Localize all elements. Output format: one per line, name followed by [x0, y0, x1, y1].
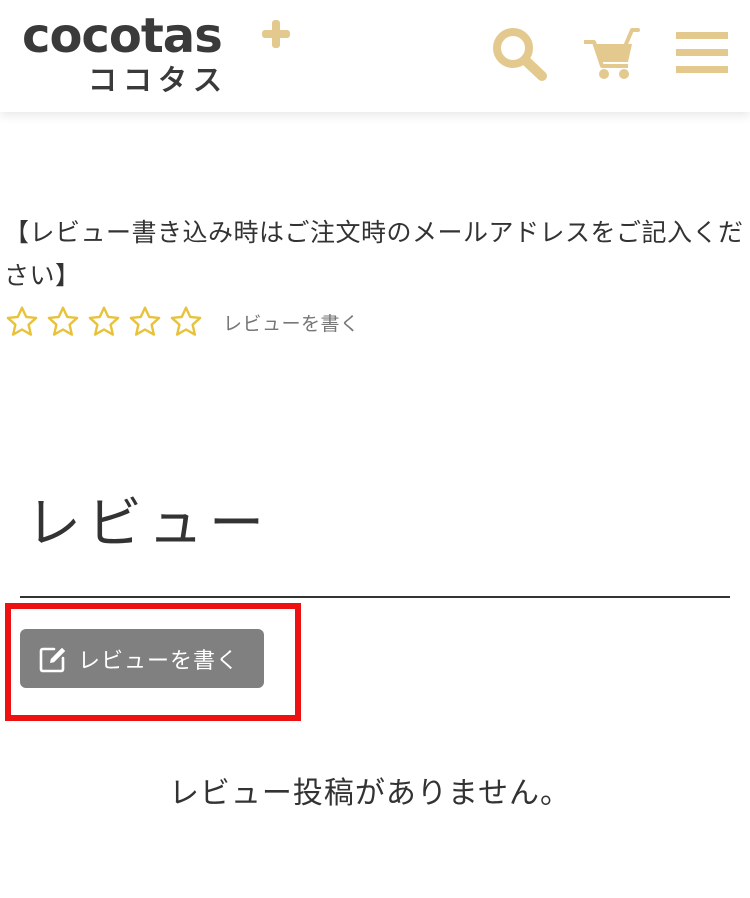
logo-subtext: ココタス [88, 63, 229, 97]
star-icon [170, 306, 202, 336]
write-review-button-label: レビューを書く [78, 648, 240, 674]
site-header: cocotas ココタス [0, 0, 750, 112]
star-icon [6, 306, 38, 336]
write-review-link[interactable]: レビューを書く [223, 309, 360, 336]
review-section-heading: レビュー [26, 491, 271, 555]
write-review-button[interactable]: レビューを書く [20, 629, 264, 688]
no-reviews-message: レビュー投稿がありません。 [168, 776, 572, 811]
search-icon[interactable] [490, 26, 548, 82]
logo-plus-icon [260, 18, 292, 50]
menu-icon[interactable] [674, 29, 730, 77]
logo-text: cocotas [22, 8, 223, 64]
star-icon [129, 306, 161, 336]
rating-row: レビューを書く [4, 302, 360, 342]
star-icon [88, 306, 120, 336]
cart-icon[interactable] [582, 24, 640, 82]
review-notice: 【レビュー書き込み時はご注文時のメールアドレスをご記入ください】 [4, 218, 744, 290]
site-logo[interactable]: cocotas ココタス [22, 8, 302, 103]
page: cocotas ココタス 【レビュー書き込み時はご注文時のメールアドレスをご記入… [0, 0, 750, 898]
edit-icon [39, 647, 66, 672]
heading-divider [20, 596, 730, 598]
star-icon [47, 306, 79, 336]
